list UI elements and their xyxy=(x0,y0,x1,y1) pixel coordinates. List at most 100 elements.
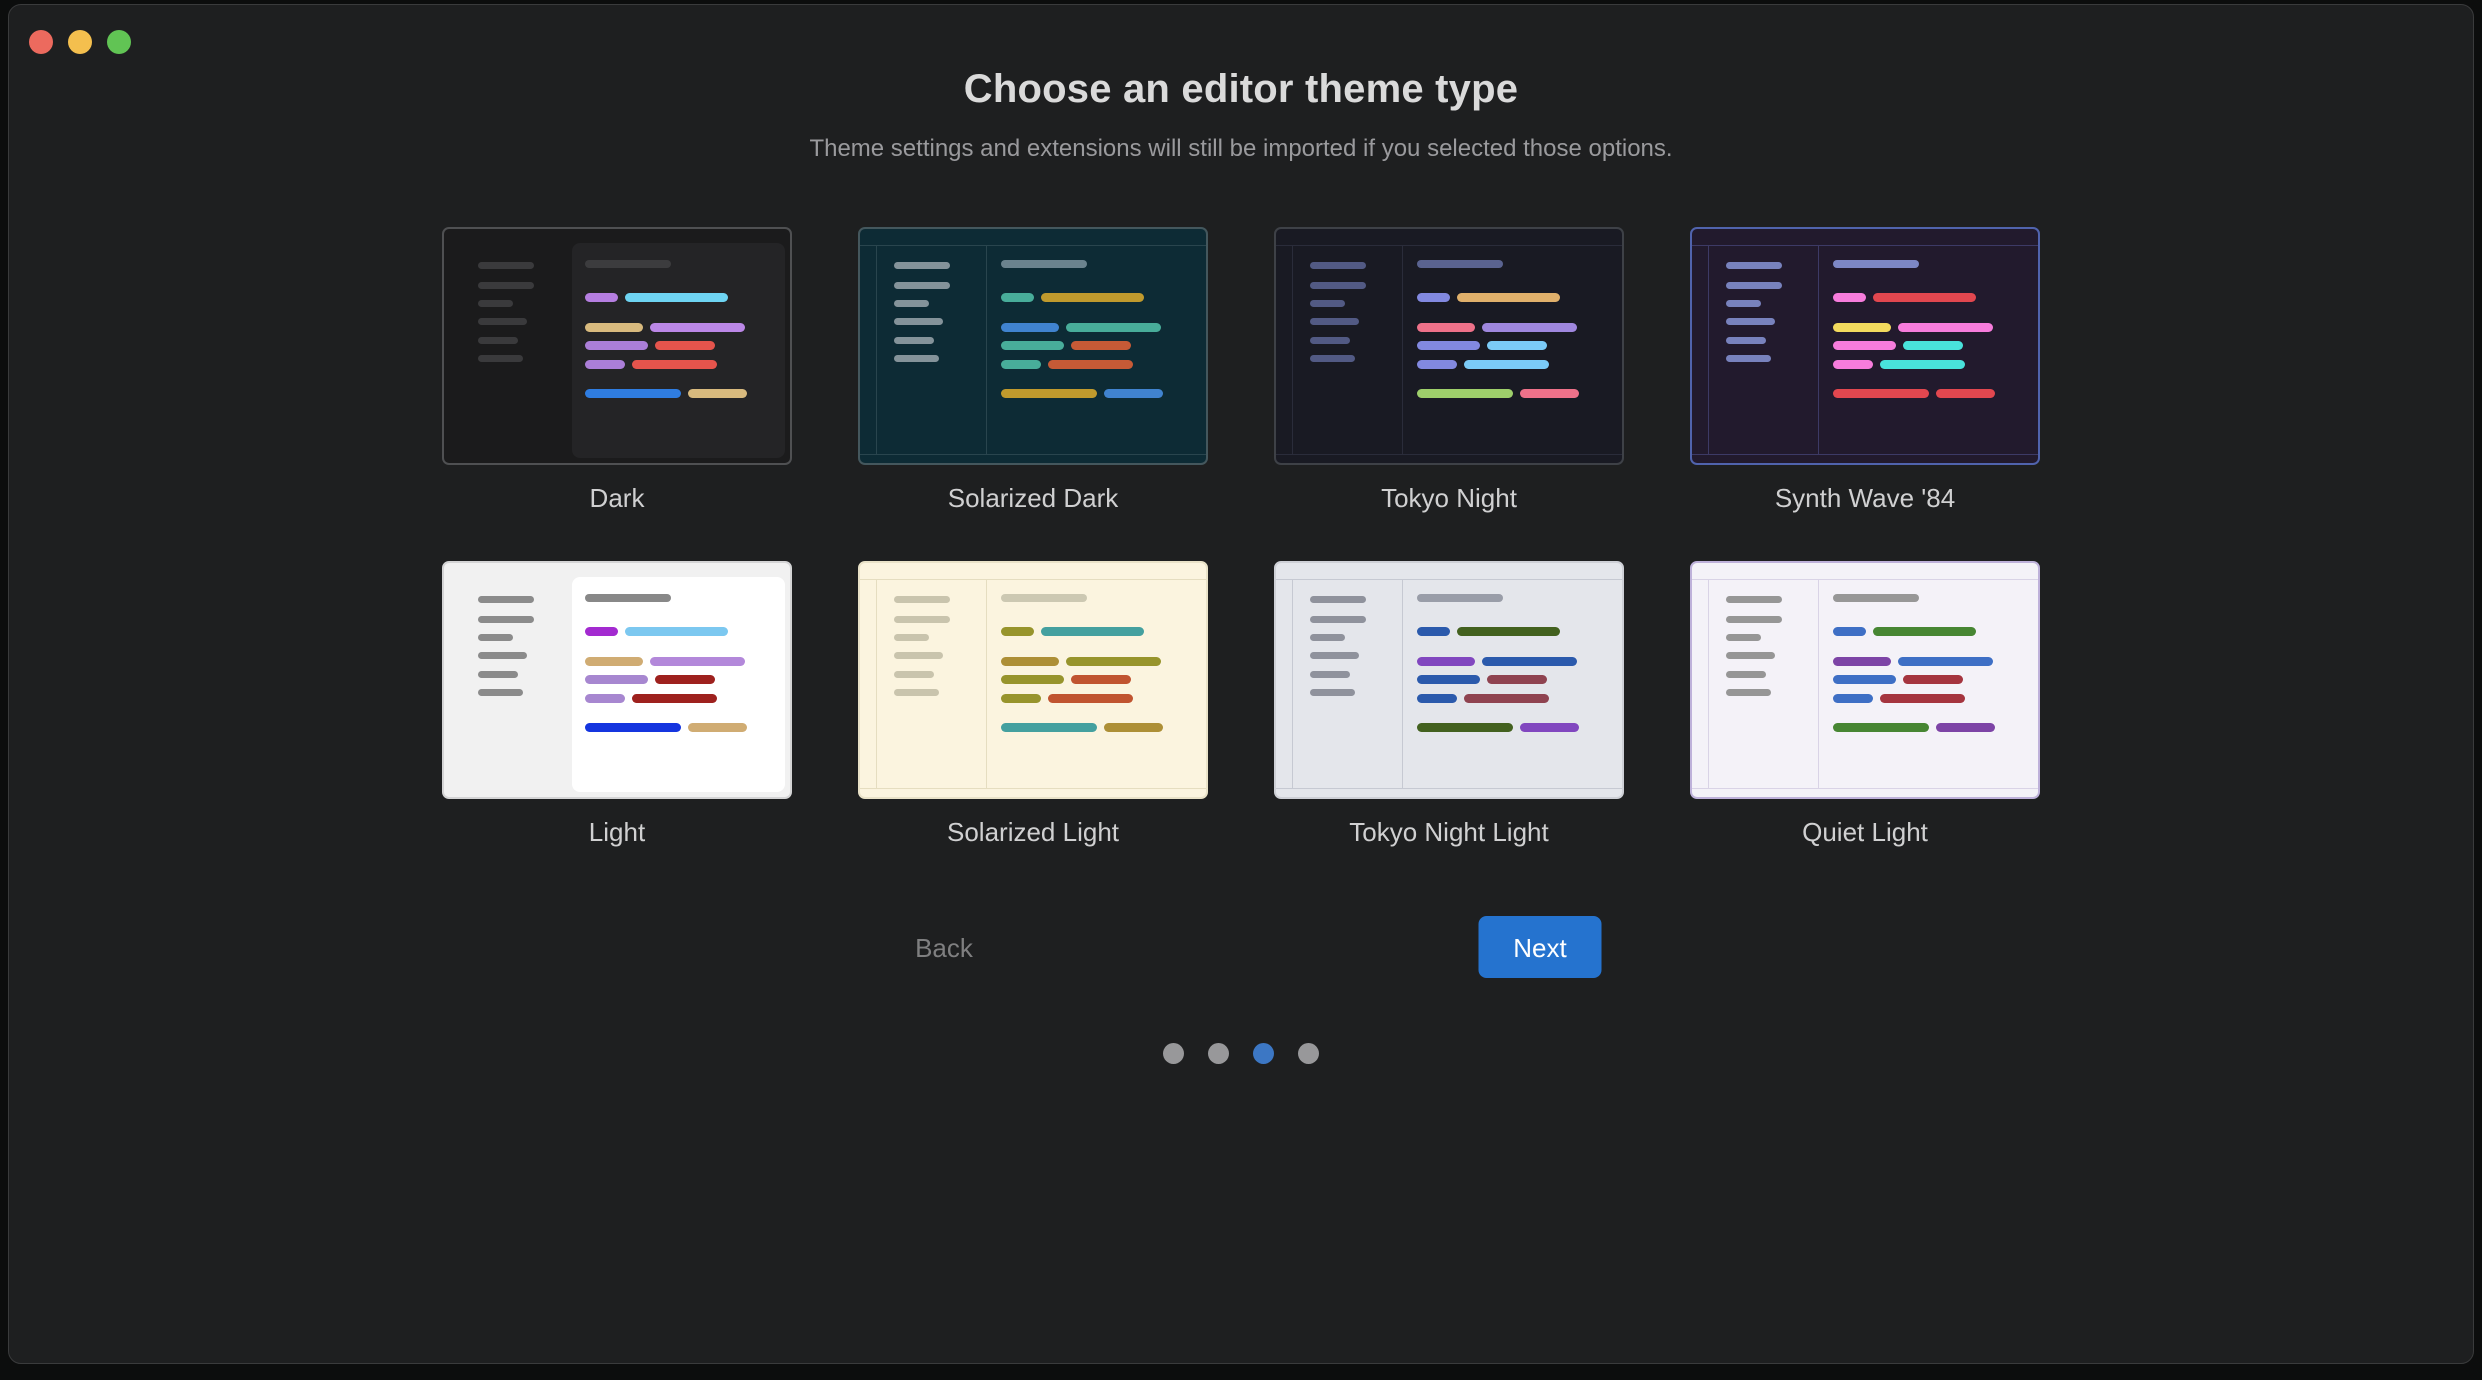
theme-label: Dark xyxy=(589,483,645,513)
tree-item-line xyxy=(1726,671,1766,678)
theme-preview xyxy=(1690,227,2040,465)
tree-item-line xyxy=(1726,282,1782,289)
theme-preview xyxy=(1274,561,1624,799)
tree-item-line xyxy=(478,671,518,678)
code-line xyxy=(585,657,643,666)
tree-item-line xyxy=(1726,616,1782,623)
tree-item-line xyxy=(1310,282,1366,289)
code-line xyxy=(1001,657,1059,666)
sidebar-divider xyxy=(1402,246,1403,454)
tree-item-line xyxy=(1726,596,1782,603)
tree-item-line xyxy=(478,596,534,603)
theme-card-light[interactable]: Light xyxy=(442,561,792,847)
code-line xyxy=(1487,341,1547,350)
code-line xyxy=(655,675,715,684)
code-line xyxy=(585,675,648,684)
sidebar-divider xyxy=(1402,580,1403,788)
statusbar-divider xyxy=(1692,454,2038,455)
editor-panel xyxy=(572,243,785,458)
theme-card-tokyo-night-light[interactable]: Tokyo Night Light xyxy=(1274,561,1624,847)
code-line xyxy=(585,389,681,398)
tree-item-line xyxy=(1726,689,1771,696)
activitybar-divider xyxy=(876,246,877,454)
code-heading-line xyxy=(1417,260,1503,268)
pagination-dot-4[interactable] xyxy=(1298,1043,1319,1064)
code-line xyxy=(1417,341,1480,350)
close-button[interactable] xyxy=(29,30,53,54)
code-line xyxy=(1833,675,1896,684)
activitybar-divider xyxy=(1292,246,1293,454)
code-line xyxy=(1464,360,1549,369)
code-heading-line xyxy=(585,260,671,268)
theme-card-solarized-light[interactable]: Solarized Light xyxy=(858,561,1208,847)
code-line xyxy=(1417,627,1450,636)
zoom-button[interactable] xyxy=(107,30,131,54)
tree-item-line xyxy=(1310,262,1366,269)
tree-item-line xyxy=(1726,262,1782,269)
code-line xyxy=(1833,360,1873,369)
code-line xyxy=(1457,627,1560,636)
sidebar-divider xyxy=(986,580,987,788)
pagination-dot-3[interactable] xyxy=(1253,1043,1274,1064)
statusbar-divider xyxy=(1276,788,1622,789)
back-button[interactable]: Back xyxy=(915,933,973,964)
tree-item-line xyxy=(894,355,939,362)
code-line xyxy=(585,694,625,703)
titlebar-divider xyxy=(860,245,1206,246)
theme-card-synth-wave-84[interactable]: Synth Wave '84 xyxy=(1690,227,2040,513)
code-line xyxy=(1001,389,1097,398)
theme-preview xyxy=(1690,561,2040,799)
sidebar-divider xyxy=(1818,580,1819,788)
code-line xyxy=(1482,323,1577,332)
tree-item-line xyxy=(1726,634,1761,641)
code-line xyxy=(1048,360,1133,369)
next-button[interactable]: Next xyxy=(1478,916,1602,978)
tree-item-line xyxy=(894,671,934,678)
code-line xyxy=(1833,389,1929,398)
theme-card-quiet-light[interactable]: Quiet Light xyxy=(1690,561,2040,847)
activitybar-divider xyxy=(876,580,877,788)
tree-item-line xyxy=(478,282,534,289)
pagination-dot-1[interactable] xyxy=(1163,1043,1184,1064)
code-heading-line xyxy=(585,594,671,602)
editor-panel xyxy=(572,577,785,792)
theme-preview xyxy=(442,227,792,465)
statusbar-divider xyxy=(860,454,1206,455)
tree-item-line xyxy=(478,262,534,269)
code-line xyxy=(1104,723,1163,732)
code-line xyxy=(1001,293,1034,302)
statusbar-divider xyxy=(1692,788,2038,789)
tree-item-line xyxy=(894,337,934,344)
activitybar-divider xyxy=(1708,580,1709,788)
activitybar-divider xyxy=(1708,246,1709,454)
code-line xyxy=(585,360,625,369)
code-line xyxy=(1482,657,1577,666)
code-line xyxy=(1898,323,1993,332)
code-line xyxy=(1833,627,1866,636)
code-line xyxy=(1417,675,1480,684)
tree-item-line xyxy=(478,337,518,344)
page-subtitle: Theme settings and extensions will still… xyxy=(809,135,1673,162)
tree-item-line xyxy=(1310,318,1359,325)
titlebar-divider xyxy=(1276,245,1622,246)
tree-item-line xyxy=(894,300,929,307)
code-line xyxy=(1833,323,1891,332)
theme-card-dark[interactable]: Dark xyxy=(442,227,792,513)
tree-item-line xyxy=(894,262,950,269)
titlebar-divider xyxy=(1692,245,2038,246)
theme-card-tokyo-night[interactable]: Tokyo Night xyxy=(1274,227,1624,513)
code-line xyxy=(632,360,717,369)
theme-label: Tokyo Night Light xyxy=(1349,817,1549,847)
code-heading-line xyxy=(1833,594,1919,602)
code-line xyxy=(688,723,747,732)
pagination-dot-2[interactable] xyxy=(1208,1043,1229,1064)
theme-preview xyxy=(1274,227,1624,465)
tree-item-line xyxy=(478,652,527,659)
theme-label: Solarized Light xyxy=(947,817,1119,847)
theme-preview xyxy=(858,227,1208,465)
code-line xyxy=(1001,323,1059,332)
wizard-window: Choose an editor theme type Theme settin… xyxy=(8,4,2474,1364)
theme-card-solarized-dark[interactable]: Solarized Dark xyxy=(858,227,1208,513)
minimize-button[interactable] xyxy=(68,30,92,54)
code-line xyxy=(585,341,648,350)
